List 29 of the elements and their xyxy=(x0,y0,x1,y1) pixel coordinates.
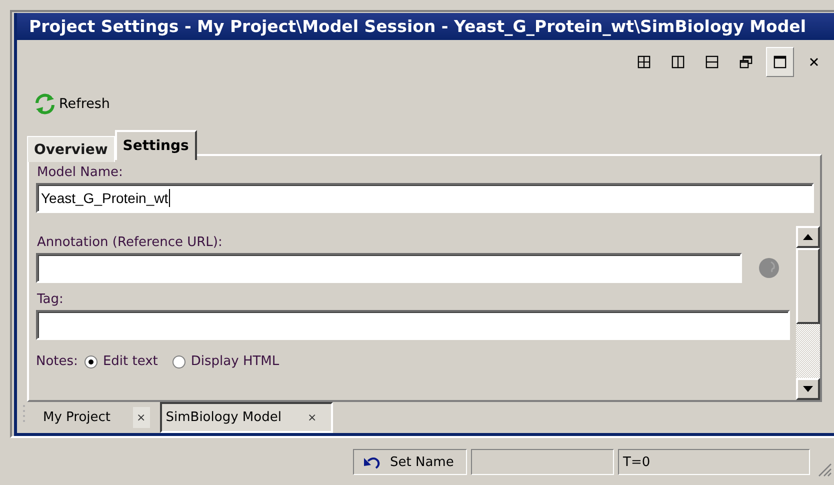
field-label: Annotation (Reference URL): xyxy=(37,234,224,252)
radio-button[interactable] xyxy=(84,354,98,368)
layout-button[interactable] xyxy=(766,47,794,77)
up-arrow-icon xyxy=(803,234,813,240)
document-tab[interactable]: SimBiology Model × xyxy=(160,402,333,433)
radio-label: Edit text xyxy=(102,354,158,369)
field-label: Tag: xyxy=(37,291,64,309)
down-arrow-icon xyxy=(803,386,813,392)
tab[interactable]: Settings xyxy=(114,130,197,160)
radio-button[interactable] xyxy=(172,354,186,368)
tab[interactable]: Overview xyxy=(27,136,115,162)
notes-label: Notes: xyxy=(36,354,78,369)
text-field[interactable] xyxy=(36,310,790,340)
document-tab[interactable]: My Project × xyxy=(29,402,160,433)
field-label: Model Name: xyxy=(37,164,124,182)
tab-close-button[interactable]: × xyxy=(303,407,321,428)
text-field[interactable] xyxy=(36,253,742,283)
globe-icon xyxy=(758,257,780,279)
refresh-button[interactable]: Refresh xyxy=(33,84,110,124)
undo-icon xyxy=(362,455,382,469)
window-title: Project Settings - My Project\Model Session - Yeast_G_Protein_wt\SimBiology Model xyxy=(17,13,834,40)
tab-close-button[interactable]: × xyxy=(132,407,150,428)
resize-grip-icon xyxy=(816,461,832,477)
text-field[interactable]: Yeast_G_Protein_wt xyxy=(36,183,814,213)
scrollbar[interactable] xyxy=(796,226,820,400)
refresh-icon xyxy=(33,92,57,116)
status-action: Set Name xyxy=(353,449,467,475)
status-time: T=0 xyxy=(618,449,810,475)
radio-label: Display HTML xyxy=(190,354,280,369)
